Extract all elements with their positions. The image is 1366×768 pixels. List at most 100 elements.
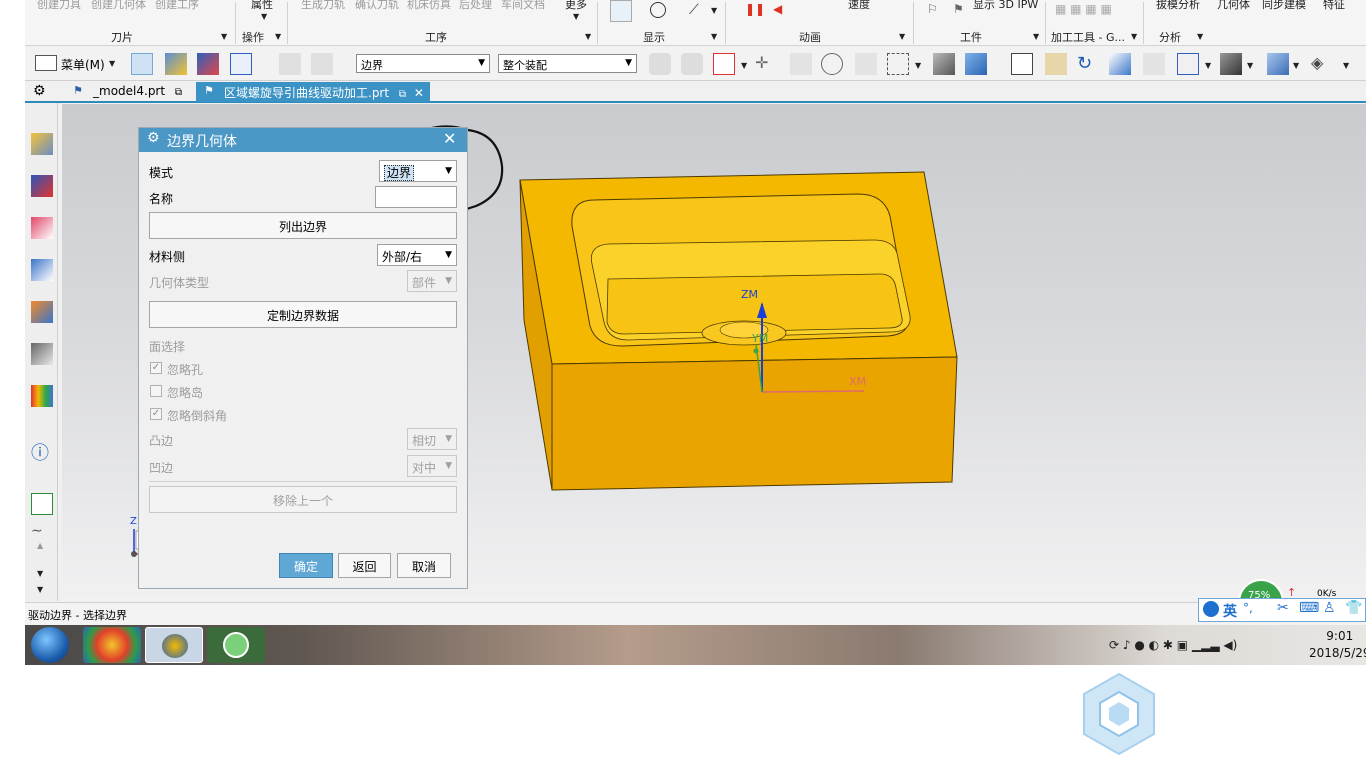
- operation-navigator-icon[interactable]: [31, 133, 53, 155]
- chevron-down-icon[interactable]: ▼: [899, 32, 905, 41]
- select-geometry-icon[interactable]: [230, 53, 252, 75]
- select-body-icon[interactable]: [197, 53, 219, 75]
- ime-language[interactable]: 英: [1223, 601, 1237, 621]
- chevron-down-icon[interactable]: ▼: [1343, 61, 1349, 70]
- chevron-down-icon[interactable]: ▼: [37, 585, 43, 594]
- snap-icon[interactable]: [649, 53, 671, 75]
- ignore-chamfers-checkbox[interactable]: ✓: [150, 408, 162, 420]
- ribbon-postprocess[interactable]: 后处理: [459, 0, 492, 12]
- mode-select[interactable]: 边界 ▼: [379, 160, 457, 182]
- ribbon-sync-modeling[interactable]: 同步建模: [1262, 0, 1306, 12]
- tab-region-spiral[interactable]: ⚑ 区域螺旋导引曲线驱动加工.prt ⧉ ✕: [196, 82, 430, 102]
- box-select-icon[interactable]: [887, 53, 909, 75]
- list-boundaries-button[interactable]: 列出边界: [149, 212, 457, 239]
- tab-model4[interactable]: ⚑ _model4.prt ⧉: [65, 82, 188, 102]
- chevron-down-icon[interactable]: ▼: [573, 12, 579, 21]
- line-tool-icon[interactable]: ⟋: [689, 2, 699, 18]
- chevron-down-icon[interactable]: ▼: [261, 12, 267, 21]
- select-feature-icon[interactable]: [165, 53, 187, 75]
- chevron-down-icon[interactable]: ▼: [711, 32, 717, 41]
- flag-icon[interactable]: ⚐: [927, 2, 938, 16]
- close-icon[interactable]: ✕: [414, 86, 424, 100]
- step-back-icon[interactable]: ◀: [773, 2, 782, 16]
- custom-boundary-data-button[interactable]: 定制边界数据: [149, 301, 457, 328]
- cube-view-icon[interactable]: [1267, 53, 1289, 75]
- center-point-icon[interactable]: [821, 53, 843, 75]
- select-component-icon[interactable]: [131, 53, 153, 75]
- chevron-down-icon[interactable]: ▼: [37, 569, 43, 578]
- palette-icon[interactable]: [31, 385, 53, 407]
- section-icon[interactable]: [1143, 53, 1165, 75]
- fit-view-icon[interactable]: [1011, 53, 1033, 75]
- chevron-down-icon[interactable]: ▼: [1247, 61, 1253, 70]
- machine-tool-icon[interactable]: [31, 175, 53, 197]
- ribbon-create-operation[interactable]: 创建工序: [155, 0, 199, 12]
- add-filter-icon[interactable]: [713, 53, 735, 75]
- material-side-select[interactable]: 外部/右 ▼: [377, 244, 457, 266]
- hd3d-tools-icon[interactable]: [31, 343, 53, 365]
- pan-icon[interactable]: [1109, 53, 1131, 75]
- back-button[interactable]: 返回: [338, 553, 391, 578]
- ignore-islands-checkbox[interactable]: [150, 385, 162, 397]
- ime-toolbar[interactable]: 英 °, ✂ ⌨ ♙ 👕: [1198, 598, 1366, 622]
- chevron-down-icon[interactable]: ▼: [915, 61, 921, 70]
- chevron-down-icon[interactable]: ▼: [445, 250, 452, 260]
- ok-button[interactable]: 确定: [279, 553, 333, 578]
- ribbon-feature[interactable]: 特征: [1323, 0, 1345, 12]
- chevron-down-icon[interactable]: ▼: [625, 58, 632, 68]
- ime-punct-icon[interactable]: °,: [1243, 601, 1253, 615]
- system-tray-icons[interactable]: ⟳ ♪ ● ◐ ✱ ▣ ▁▂▃ ◀): [1109, 638, 1237, 652]
- layer-icon[interactable]: ◈: [1311, 53, 1333, 75]
- chevron-down-icon[interactable]: ▼: [478, 58, 485, 68]
- edge-style-icon[interactable]: [1220, 53, 1242, 75]
- snap2-icon[interactable]: [681, 53, 703, 75]
- chevron-up-icon[interactable]: ▲: [37, 541, 43, 550]
- point2-icon[interactable]: [790, 53, 812, 75]
- name-input[interactable]: [375, 186, 457, 208]
- dock-icon[interactable]: ⧉: [399, 89, 406, 100]
- cancel-button[interactable]: 取消: [397, 553, 451, 578]
- assembly-scope-select[interactable]: 整个装配 ▼: [498, 54, 637, 73]
- rotate-icon[interactable]: ↻: [1077, 53, 1099, 75]
- ribbon-verify-path[interactable]: 确认刀轨: [355, 0, 399, 12]
- intersection-icon[interactable]: [855, 53, 877, 75]
- pause-icon[interactable]: ❚❚: [745, 2, 765, 16]
- target-icon[interactable]: [650, 2, 666, 18]
- part-navigator-icon[interactable]: [31, 217, 53, 239]
- chevron-down-icon[interactable]: ▼: [109, 59, 115, 68]
- chevron-down-icon[interactable]: ▼: [711, 6, 717, 15]
- ribbon-properties[interactable]: 属性: [251, 0, 273, 12]
- assembly-navigator-icon[interactable]: [31, 259, 53, 281]
- user-icon[interactable]: ♙: [1323, 600, 1336, 616]
- skin-icon[interactable]: 👕: [1345, 600, 1362, 616]
- scissors-icon[interactable]: ✂: [1277, 600, 1289, 616]
- geometry-type-select[interactable]: 部件 ▼: [407, 270, 457, 292]
- orient-view-icon[interactable]: [1177, 53, 1199, 75]
- chevron-down-icon[interactable]: ▼: [221, 32, 227, 41]
- taskbar-app-nx[interactable]: [145, 627, 203, 663]
- remove-previous-button[interactable]: 移除上一个: [149, 486, 457, 513]
- chevron-down-icon[interactable]: ▼: [1033, 32, 1039, 41]
- ribbon-create-geometry[interactable]: 创建几何体: [91, 0, 146, 12]
- ribbon-generate-path[interactable]: 生成刀轨: [301, 0, 345, 12]
- concave-edge-select[interactable]: 对中 ▼: [407, 455, 457, 477]
- chevron-down-icon[interactable]: ▼: [1197, 32, 1203, 41]
- web-browser-icon[interactable]: [31, 493, 53, 515]
- ribbon-display-3d-ipw[interactable]: 显示 3D IPW: [973, 0, 1038, 12]
- chevron-down-icon[interactable]: ▼: [741, 61, 747, 70]
- chevron-down-icon[interactable]: ▼: [1131, 32, 1137, 41]
- ribbon-speed[interactable]: 速度: [848, 0, 870, 12]
- flag2-icon[interactable]: ⚑: [953, 2, 964, 16]
- gear-icon[interactable]: ⚙: [33, 83, 46, 99]
- ime-logo-icon[interactable]: [1203, 601, 1219, 617]
- tray-clock[interactable]: 9:01 2018/5/29: [1309, 628, 1366, 662]
- convex-edge-select[interactable]: 相切 ▼: [407, 428, 457, 450]
- menu-icon[interactable]: [35, 55, 57, 71]
- chevron-down-icon[interactable]: ▼: [1205, 61, 1211, 70]
- chevron-down-icon[interactable]: ▼: [275, 32, 281, 41]
- close-icon[interactable]: ✕: [443, 129, 456, 148]
- ribbon-draft-analysis[interactable]: 拔模分析: [1156, 0, 1200, 12]
- render-style-icon[interactable]: [933, 53, 955, 75]
- ignore-holes-checkbox[interactable]: ✓: [150, 362, 162, 374]
- taskbar-app-green[interactable]: [207, 627, 265, 663]
